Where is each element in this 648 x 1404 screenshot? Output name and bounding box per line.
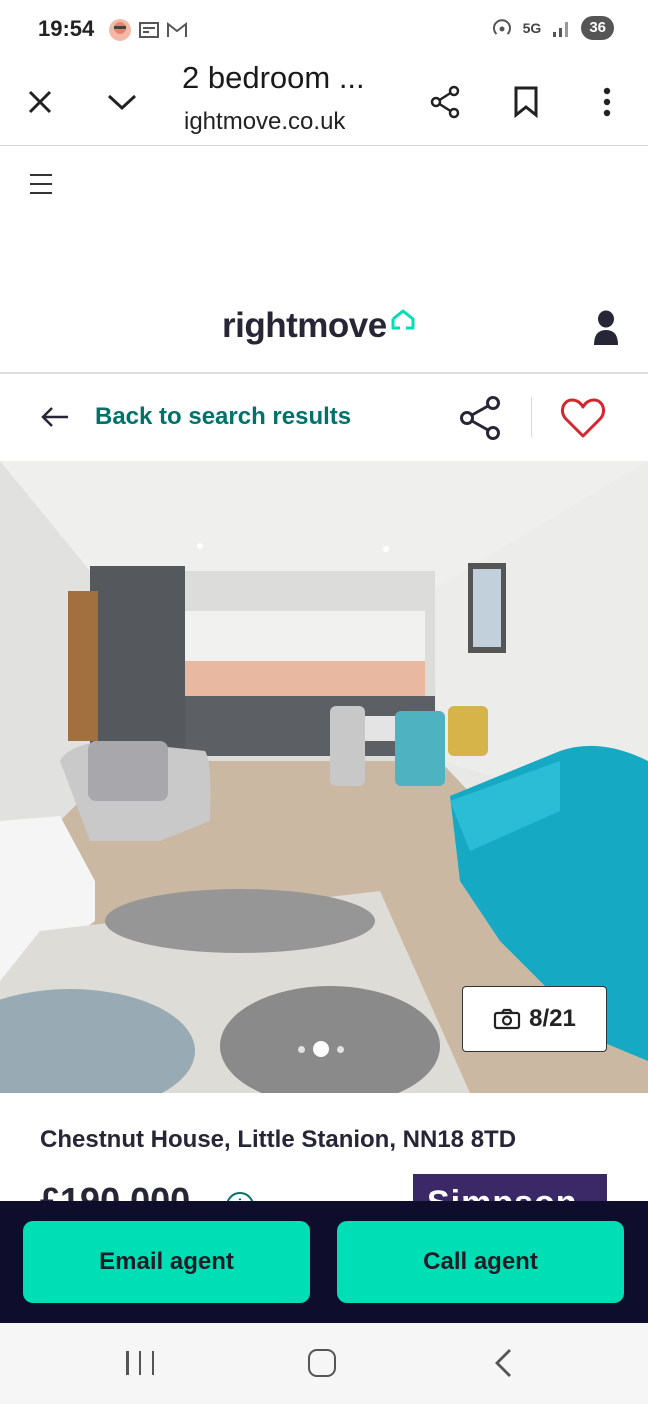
menu-icon[interactable]: [30, 174, 54, 198]
camera-icon: [494, 1008, 521, 1030]
photo-counter-text: 8/21: [529, 1005, 576, 1032]
back-arrow-icon[interactable]: [40, 405, 70, 429]
status-time: 19:54: [38, 16, 95, 41]
carousel-dot: [298, 1045, 305, 1053]
network-type: 5G: [522, 20, 542, 36]
property-address: Chestnut House, Little Stanion, NN18 8TD: [40, 1126, 517, 1153]
nav-back-icon[interactable]: [490, 1347, 518, 1379]
house-icon: [391, 309, 415, 330]
carousel-dots: [298, 1041, 344, 1057]
gmail-icon: [167, 21, 187, 37]
recent-apps-icon[interactable]: [126, 1351, 154, 1375]
save-heart-icon[interactable]: [560, 397, 606, 439]
avatar-icon: [109, 19, 131, 41]
carousel-dot: [337, 1045, 344, 1053]
status-bar: 19:54 5G 36: [0, 0, 648, 58]
system-icons: 5G 36: [491, 16, 614, 40]
photo-counter-button[interactable]: 8/21: [462, 986, 607, 1052]
signal-icon: [553, 22, 569, 37]
notification-icons: [108, 18, 188, 42]
more-icon[interactable]: [585, 80, 629, 124]
share-listing-icon[interactable]: [458, 395, 504, 441]
property-photo[interactable]: 8/21: [0, 461, 648, 1093]
email-agent-button[interactable]: Email agent: [23, 1221, 310, 1303]
share-icon[interactable]: [423, 80, 467, 124]
home-icon[interactable]: [308, 1349, 336, 1377]
battery-level: 36: [581, 16, 614, 40]
hotspot-icon: [492, 19, 511, 35]
close-icon[interactable]: [18, 80, 62, 124]
system-nav-bar: [0, 1323, 648, 1404]
chevron-down-icon[interactable]: [100, 80, 144, 124]
back-to-results-link[interactable]: Back to search results: [95, 403, 351, 431]
logo-text: rightmove: [222, 306, 387, 345]
browser-toolbar: 2 bedroom ... ightmove.co.uk: [0, 58, 648, 146]
call-agent-button[interactable]: Call agent: [337, 1221, 624, 1303]
listing-nav-row: Back to search results: [0, 373, 648, 461]
page-title[interactable]: 2 bedroom ...: [182, 60, 365, 96]
carousel-dot-active: [313, 1041, 329, 1057]
account-icon[interactable]: [592, 310, 620, 346]
divider: [531, 397, 532, 437]
bookmark-icon[interactable]: [504, 80, 548, 124]
news-icon: [139, 22, 159, 38]
contact-action-bar: Email agent Call agent: [0, 1201, 648, 1323]
rightmove-logo[interactable]: rightmove: [222, 306, 416, 346]
page-url[interactable]: ightmove.co.uk: [184, 108, 345, 136]
